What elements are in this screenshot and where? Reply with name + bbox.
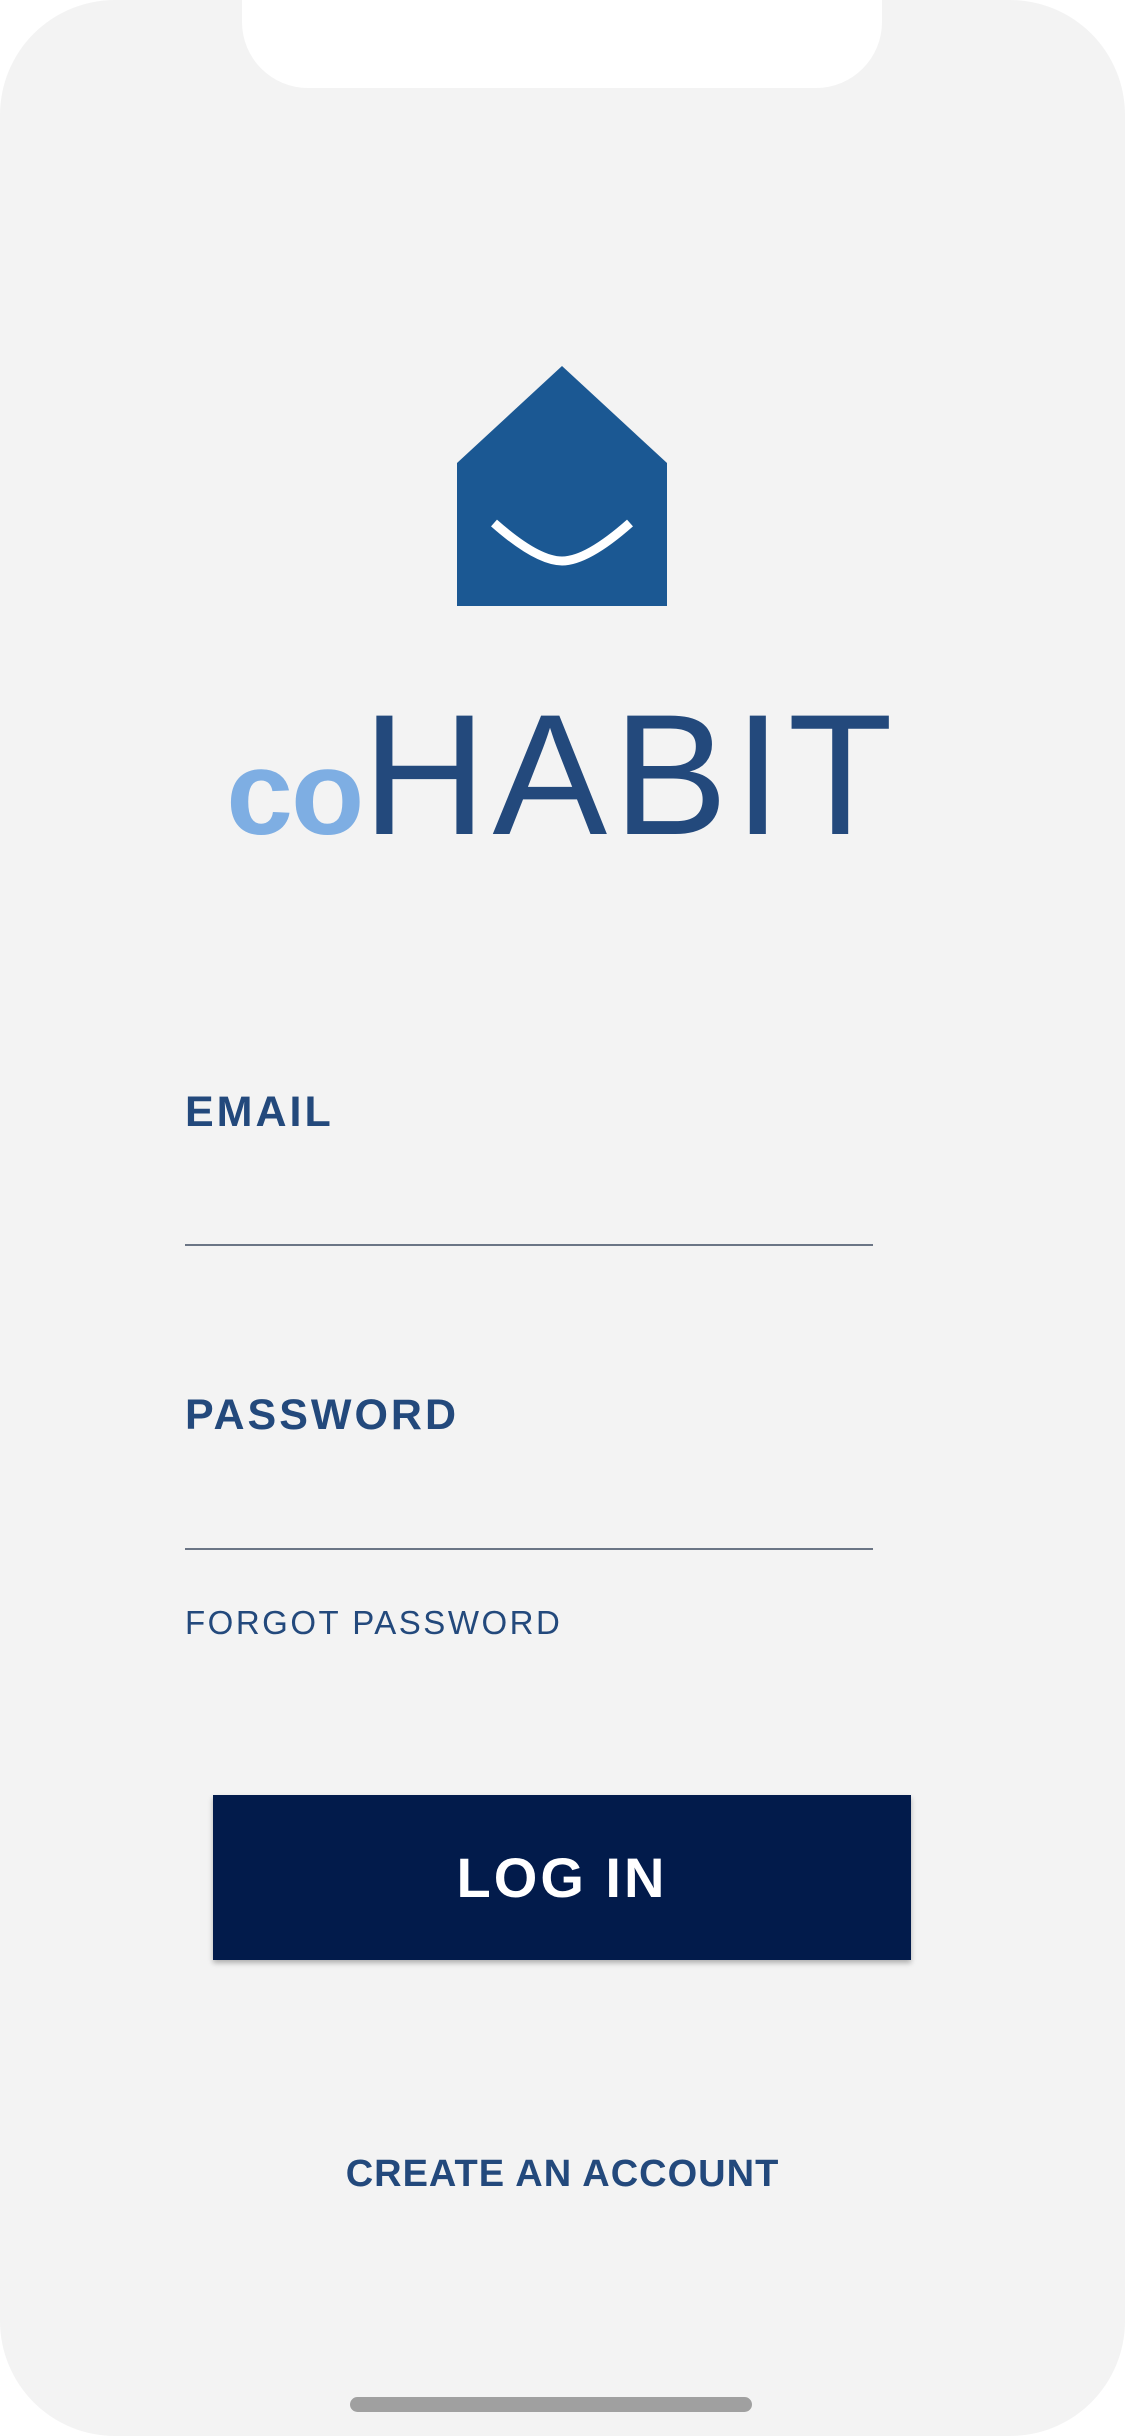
house-smile-icon [457, 366, 667, 606]
email-label: EMAIL [185, 1088, 334, 1136]
forgot-password-link[interactable]: FORGOT PASSWORD [185, 1604, 562, 1642]
password-field[interactable] [185, 1488, 873, 1550]
home-indicator[interactable] [350, 2397, 752, 2412]
create-account-link[interactable]: CREATE AN ACCOUNT [0, 2153, 1125, 2196]
wordmark-prefix: co [226, 726, 364, 860]
wordmark-name: HABIT [362, 679, 899, 871]
password-label: PASSWORD [185, 1391, 460, 1439]
login-button[interactable]: LOG IN [213, 1795, 911, 1960]
phone-screen: coHABIT EMAIL PASSWORD FORGOT PASSWORD L… [0, 0, 1125, 2436]
app-wordmark: coHABIT [0, 689, 1125, 861]
email-field[interactable] [185, 1184, 873, 1246]
house-shape [457, 366, 667, 606]
device-notch [242, 0, 882, 88]
